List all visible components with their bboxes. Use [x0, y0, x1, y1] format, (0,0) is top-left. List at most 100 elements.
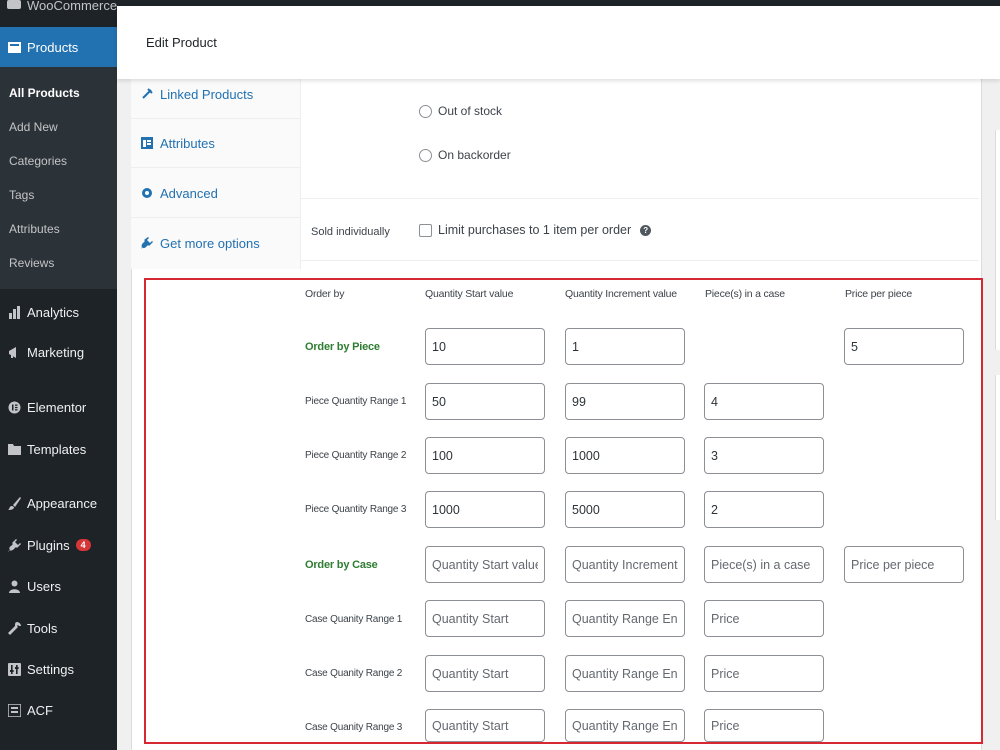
row-label-piece-range-3: Piece Quantity Range 3	[305, 504, 407, 515]
case-quantity-start-input[interactable]	[425, 546, 545, 583]
checkbox-label: Limit purchases to 1 item per order	[438, 223, 632, 237]
settings-icon	[7, 662, 21, 676]
piece-price-per-piece-input[interactable]	[844, 328, 964, 365]
sidebar-item-label: Elementor	[27, 399, 87, 415]
case-range-1-price-input[interactable]	[704, 600, 824, 637]
case-range-3-end-input[interactable]	[565, 709, 685, 742]
piece-range-3-price-input[interactable]	[704, 491, 824, 528]
radio-button[interactable]	[419, 148, 432, 162]
divider	[300, 198, 979, 199]
piece-range-2-end-input[interactable]	[565, 437, 685, 474]
sidebar-item-marketing[interactable]: Marketing	[0, 342, 117, 362]
radio-button[interactable]	[419, 104, 432, 118]
case-price-per-piece-input[interactable]	[844, 546, 964, 583]
sidebar-item-analytics[interactable]: Analytics	[0, 302, 117, 322]
radio-label: On backorder	[438, 148, 511, 162]
case-range-1-start-input[interactable]	[425, 600, 545, 637]
case-range-2-start-input[interactable]	[425, 655, 545, 692]
sidebar-item-settings[interactable]: Settings	[0, 659, 117, 679]
plugins-update-badge: 4	[75, 539, 91, 551]
tab-label: Attributes	[160, 135, 215, 151]
submenu-reviews[interactable]: Reviews	[9, 256, 54, 270]
sidebar-item-label: Plugins	[27, 537, 70, 553]
radio-out-of-stock[interactable]: Out of stock	[419, 104, 502, 118]
help-icon[interactable]: ?	[640, 224, 652, 236]
sidebar-item-elementor[interactable]: Elementor	[0, 397, 117, 417]
row-label-order-by-case: Order by Case	[305, 559, 378, 571]
sidebar-item-label: Analytics	[27, 304, 80, 320]
case-pieces-in-case-input[interactable]	[704, 546, 824, 583]
sidebar-item-label: WooCommerce	[27, 0, 118, 13]
column-header-pieces-in-case: Piece(s) in a case	[705, 288, 785, 300]
table-icon	[140, 136, 154, 150]
case-range-3-start-input[interactable]	[425, 709, 545, 742]
submenu-categories[interactable]: Categories	[9, 154, 67, 168]
sidebar-item-appearance[interactable]: Appearance	[0, 493, 117, 513]
case-range-2-price-input[interactable]	[704, 655, 824, 692]
woocommerce-icon	[7, 0, 21, 12]
piece-range-2-price-input[interactable]	[704, 437, 824, 474]
folder-icon	[7, 442, 21, 456]
column-header-price-per-piece: Price per piece	[845, 288, 913, 300]
piece-range-1-start-input[interactable]	[425, 383, 545, 420]
sidebar-item-products[interactable]: Products	[0, 27, 117, 67]
sidebar-item-plugins[interactable]: Plugins 4	[0, 535, 117, 555]
radio-on-backorder[interactable]: On backorder	[419, 148, 511, 162]
sidebar-item-label: Marketing	[27, 344, 85, 360]
piece-range-3-end-input[interactable]	[565, 491, 685, 528]
column-header-quantity-start: Quantity Start value	[425, 288, 514, 300]
piece-range-1-end-input[interactable]	[565, 383, 685, 420]
row-label-piece-range-1: Piece Quantity Range 1	[305, 396, 407, 407]
sidebar-item-acf[interactable]: ACF	[0, 700, 117, 720]
tab-attributes[interactable]: Attributes	[131, 119, 300, 168]
sidebar-item-tools[interactable]: Tools	[0, 618, 117, 638]
piece-quantity-increment-input[interactable]	[565, 328, 685, 365]
case-range-3-price-input[interactable]	[704, 709, 824, 742]
submenu-all-products[interactable]: All Products	[9, 86, 80, 100]
piece-range-3-start-input[interactable]	[425, 491, 545, 528]
sold-individually-option[interactable]: Limit purchases to 1 item per order ?	[419, 223, 652, 237]
link-icon	[140, 87, 154, 101]
sidebar-item-label: Products	[27, 39, 79, 55]
column-header-order-by: Order by	[305, 288, 345, 300]
sidebar-item-label: Settings	[27, 661, 74, 677]
paintbrush-icon	[7, 496, 21, 510]
tab-label: Get more options	[160, 235, 260, 251]
piece-range-1-price-input[interactable]	[704, 383, 824, 420]
side-panel-edge	[995, 130, 1000, 350]
elementor-icon	[7, 400, 21, 414]
row-label-case-range-3: Case Quanity Range 3	[305, 722, 403, 733]
row-label-case-range-1: Case Quanity Range 1	[305, 614, 403, 625]
sidebar-item-users[interactable]: Users	[0, 576, 117, 596]
sidebar-item-label: Users	[27, 578, 61, 594]
page-header: Edit Product	[117, 6, 1000, 79]
piece-range-2-start-input[interactable]	[425, 437, 545, 474]
sidebar-item-woocommerce[interactable]: WooCommerce	[0, 0, 117, 14]
submenu-attributes[interactable]: Attributes	[9, 222, 60, 236]
gear-icon	[140, 186, 154, 200]
products-icon	[7, 40, 21, 54]
submenu-add-new[interactable]: Add New	[9, 120, 58, 134]
piece-quantity-start-input[interactable]	[425, 328, 545, 365]
side-panel-edge	[995, 375, 1000, 520]
sidebar-item-label: Appearance	[27, 495, 98, 511]
sidebar-item-label: Templates	[27, 441, 87, 457]
column-header-quantity-increment: Quantity Increment value	[565, 288, 677, 300]
divider	[300, 260, 979, 261]
submenu-tags[interactable]: Tags	[9, 188, 34, 202]
row-label-order-by-piece: Order by Piece	[305, 341, 380, 353]
acf-icon	[7, 703, 21, 717]
row-label-piece-range-2: Piece Quantity Range 2	[305, 450, 407, 461]
tab-advanced[interactable]: Advanced	[131, 169, 300, 218]
sidebar-item-templates[interactable]: Templates	[0, 439, 117, 459]
case-range-1-end-input[interactable]	[565, 600, 685, 637]
tab-label: Linked Products	[160, 86, 254, 102]
radio-label: Out of stock	[438, 104, 503, 118]
tab-get-more-options[interactable]: Get more options	[131, 219, 300, 267]
case-quantity-increment-input[interactable]	[565, 546, 685, 583]
megaphone-icon	[7, 345, 21, 359]
sold-individually-checkbox[interactable]	[419, 223, 432, 237]
sold-individually-label: Sold individually	[311, 226, 390, 238]
case-range-2-end-input[interactable]	[565, 655, 685, 692]
product-data-tabs: Linked Products Attributes Advanced Get …	[131, 79, 301, 269]
